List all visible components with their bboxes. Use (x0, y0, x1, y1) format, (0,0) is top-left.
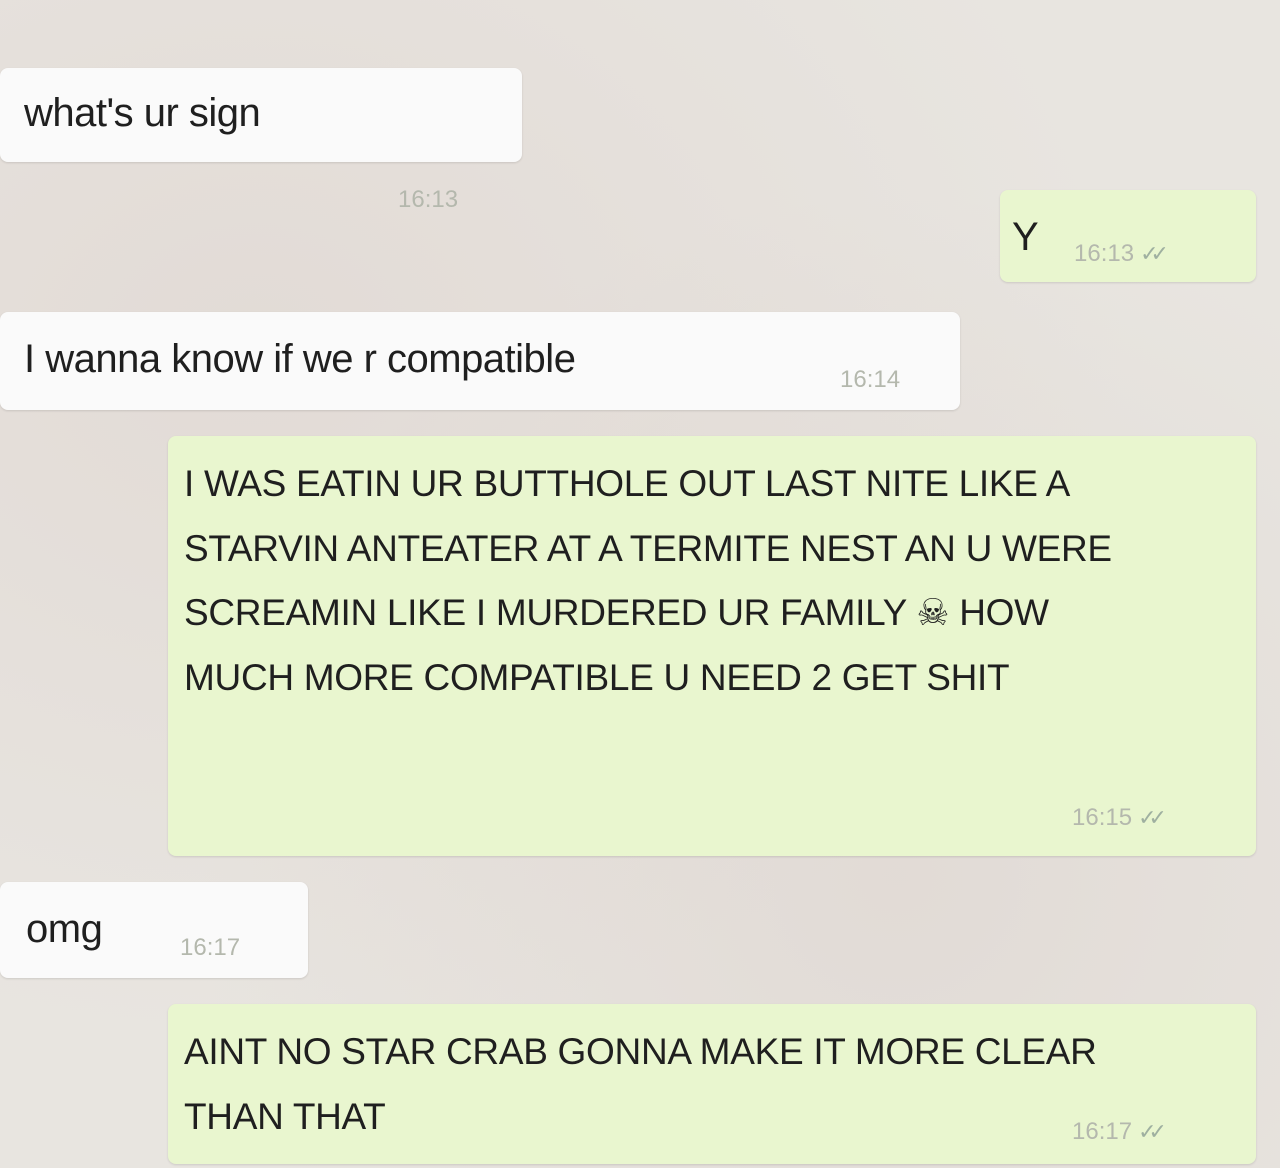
message-incoming[interactable]: omg 16:17 (0, 882, 308, 978)
message-text: AINT NO STAR CRAB GONNA MAKE IT MORE CLE… (184, 1031, 1106, 1137)
message-text: what's ur sign (24, 91, 261, 135)
message-meta: 16:17 ✓✓ (1072, 1118, 1167, 1146)
chat-window: what's ur sign 16:13 Y 16:13 ✓✓ I wanna k… (0, 0, 1280, 1168)
message-text: Y (1012, 215, 1039, 259)
message-time: 16:13 (1074, 240, 1135, 267)
double-check-icon: ✓✓ (1138, 1119, 1167, 1144)
message-time: 16:17 (180, 934, 241, 961)
double-check-icon: ✓✓ (1140, 241, 1169, 266)
message-text: I WAS EATIN UR BUTTHOLE OUT LAST NITE LI… (184, 463, 1122, 698)
message-text: I wanna know if we r compatible (24, 337, 576, 381)
message-outgoing[interactable]: I WAS EATIN UR BUTTHOLE OUT LAST NITE LI… (168, 436, 1256, 856)
message-incoming[interactable]: I wanna know if we r compatible 16:14 (0, 312, 960, 410)
message-outgoing[interactable]: Y 16:13 ✓✓ (1000, 190, 1256, 282)
message-meta: 16:15 ✓✓ (1072, 804, 1167, 832)
message-outgoing[interactable]: AINT NO STAR CRAB GONNA MAKE IT MORE CLE… (168, 1004, 1256, 1164)
double-check-icon: ✓✓ (1138, 805, 1167, 830)
message-time: 16:14 (840, 366, 901, 393)
message-incoming[interactable]: what's ur sign 16:13 (0, 68, 522, 213)
message-time: 16:15 (1072, 804, 1133, 831)
message-meta: 16:13 ✓✓ (1074, 240, 1169, 268)
message-time: 16:13 (398, 186, 459, 213)
message-time: 16:17 (1072, 1118, 1133, 1145)
message-text: omg (26, 907, 103, 951)
